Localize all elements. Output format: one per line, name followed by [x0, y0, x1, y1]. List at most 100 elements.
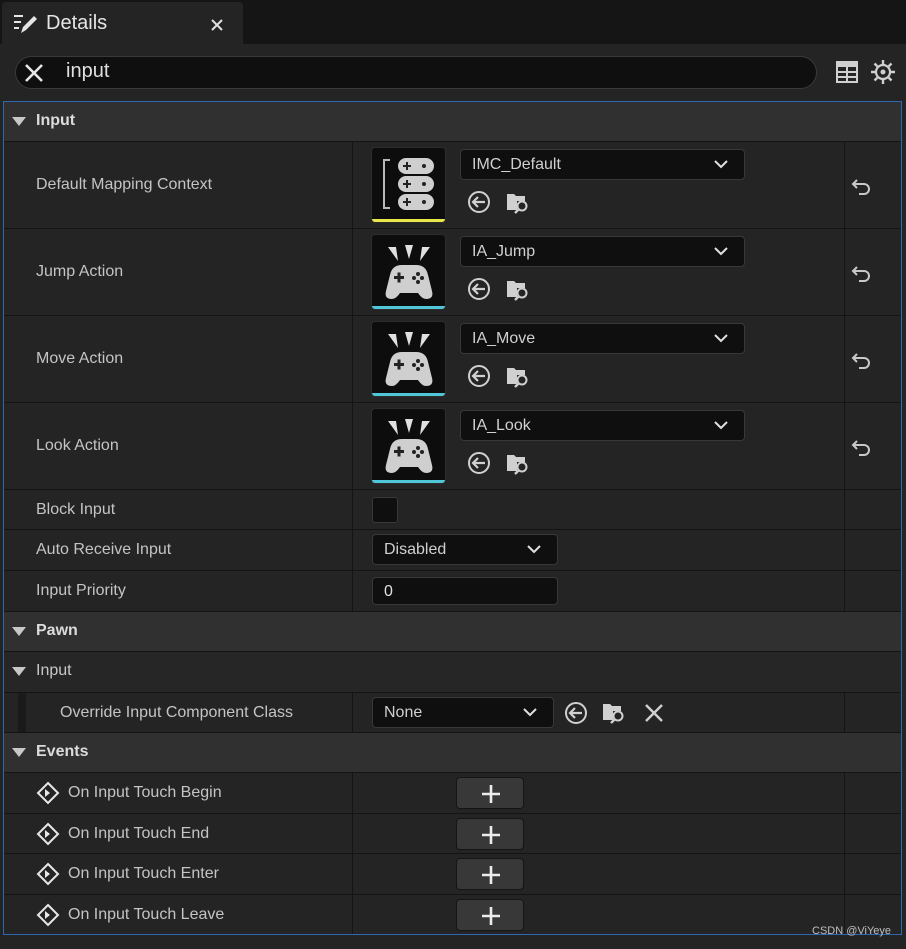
input-action-thumbnail[interactable]	[371, 408, 446, 484]
plus-icon	[482, 826, 500, 844]
asset-type-bar	[372, 393, 445, 396]
asset-picker-combo[interactable]: IMC_Default	[460, 149, 745, 180]
class-picker-combo[interactable]: None	[372, 697, 554, 728]
event-label: On Input Touch Leave	[68, 906, 225, 923]
auto-receive-input-combo[interactable]: Disabled	[372, 534, 558, 565]
reset-to-default-icon[interactable]	[850, 177, 872, 195]
use-selected-class-icon[interactable]	[563, 700, 589, 726]
plus-icon	[482, 907, 500, 925]
property-label: Override Input Component Class	[60, 704, 293, 721]
browse-asset-icon[interactable]	[505, 363, 531, 389]
input-action-thumbnail[interactable]	[371, 321, 446, 397]
plus-icon	[482, 785, 500, 803]
input-action-icon	[385, 332, 433, 386]
property-label: Look Action	[36, 437, 119, 454]
event-diamond-icon	[36, 781, 60, 805]
chevron-down-icon	[523, 708, 537, 717]
category-label: Events	[36, 743, 89, 760]
input-action-icon	[385, 419, 433, 473]
input-priority-field[interactable]: 0	[372, 577, 558, 605]
add-event-button[interactable]	[456, 899, 524, 931]
chevron-down-icon	[714, 247, 728, 256]
property-label: Auto Receive Input	[36, 541, 172, 558]
tab-details[interactable]: Details	[2, 2, 243, 44]
property-row-look-action: Look Action IA_Look	[4, 403, 901, 490]
combo-value: None	[384, 704, 423, 721]
chevron-down-icon	[714, 334, 728, 343]
property-row-override-input-component-class: Override Input Component Class None	[4, 693, 901, 733]
reset-to-default-icon[interactable]	[850, 264, 872, 282]
asset-value: IA_Move	[472, 330, 536, 347]
add-event-button[interactable]	[456, 777, 524, 809]
clear-search-icon[interactable]	[22, 61, 46, 85]
mapping-context-thumbnail[interactable]	[371, 147, 446, 223]
clear-icon[interactable]	[641, 700, 667, 726]
property-row-input-priority: Input Priority 0	[4, 571, 901, 612]
asset-type-bar	[372, 306, 445, 309]
chevron-down-icon	[527, 545, 541, 554]
event-label: On Input Touch End	[68, 825, 210, 842]
property-matrix-icon[interactable]	[835, 60, 859, 84]
block-input-checkbox[interactable]	[372, 497, 398, 523]
reset-to-default-icon[interactable]	[850, 351, 872, 369]
property-row-default-mapping-context: Default Mapping Context IMC_Default	[4, 142, 901, 229]
chevron-down-icon	[714, 160, 728, 169]
asset-value: IA_Jump	[472, 243, 536, 260]
use-selected-asset-icon[interactable]	[466, 450, 492, 476]
asset-value: IA_Look	[472, 417, 531, 434]
category-input[interactable]: Input	[4, 102, 901, 142]
asset-picker-combo[interactable]: IA_Move	[460, 323, 745, 354]
property-label: Input Priority	[36, 582, 126, 599]
property-label: Jump Action	[36, 263, 124, 280]
add-event-button[interactable]	[456, 818, 524, 850]
property-label: Move Action	[36, 350, 124, 367]
input-action-thumbnail[interactable]	[371, 234, 446, 310]
search-row: input	[0, 44, 906, 100]
asset-picker-combo[interactable]: IA_Look	[460, 410, 745, 441]
browse-asset-icon[interactable]	[505, 276, 531, 302]
asset-picker-combo[interactable]: IA_Jump	[460, 236, 745, 267]
details-pencil-icon	[14, 15, 37, 33]
plus-icon	[482, 866, 500, 884]
event-label: On Input Touch Enter	[68, 865, 219, 882]
use-selected-asset-icon[interactable]	[466, 276, 492, 302]
use-selected-asset-icon[interactable]	[466, 189, 492, 215]
category-events[interactable]: Events	[4, 733, 901, 773]
number-value: 0	[384, 583, 393, 600]
expand-arrow-icon[interactable]	[12, 667, 26, 676]
expand-arrow-icon[interactable]	[12, 117, 26, 126]
watermark-text: CSDN @ViYeye	[812, 925, 892, 937]
browse-class-icon[interactable]	[601, 699, 627, 725]
expand-arrow-icon[interactable]	[12, 748, 26, 757]
add-event-button[interactable]	[456, 858, 524, 890]
event-row-touch-leave: On Input Touch Leave	[4, 895, 901, 934]
property-row-block-input: Block Input	[4, 490, 901, 530]
reset-to-default-icon[interactable]	[850, 438, 872, 456]
browse-asset-icon[interactable]	[505, 189, 531, 215]
details-panel: input Input Default Mapping Context IMC_…	[0, 44, 906, 949]
search-input[interactable]: input	[15, 56, 817, 89]
expand-arrow-icon[interactable]	[12, 627, 26, 636]
browse-asset-icon[interactable]	[505, 450, 531, 476]
property-tree: Input Default Mapping Context IMC_Defaul…	[3, 101, 902, 935]
category-pawn[interactable]: Pawn	[4, 612, 901, 652]
property-row-move-action: Move Action IA_Move	[4, 316, 901, 403]
category-label: Input	[36, 112, 76, 129]
use-selected-asset-icon[interactable]	[466, 363, 492, 389]
search-value: input	[66, 60, 110, 82]
asset-type-bar	[372, 480, 445, 483]
settings-gear-icon[interactable]	[870, 59, 896, 85]
property-label: Default Mapping Context	[36, 176, 213, 193]
chevron-down-icon	[714, 421, 728, 430]
event-row-touch-enter: On Input Touch Enter	[4, 854, 901, 895]
category-label: Pawn	[36, 622, 78, 639]
event-diamond-icon	[36, 822, 60, 846]
close-tab-icon[interactable]	[206, 14, 228, 36]
property-label: Block Input	[36, 501, 116, 518]
property-row-auto-receive-input: Auto Receive Input Disabled	[4, 530, 901, 571]
event-label: On Input Touch Begin	[68, 784, 222, 801]
asset-value: IMC_Default	[472, 156, 561, 173]
subcategory-input[interactable]: Input	[4, 652, 901, 693]
property-row-jump-action: Jump Action IA_Jump	[4, 229, 901, 316]
input-action-icon	[385, 245, 433, 299]
